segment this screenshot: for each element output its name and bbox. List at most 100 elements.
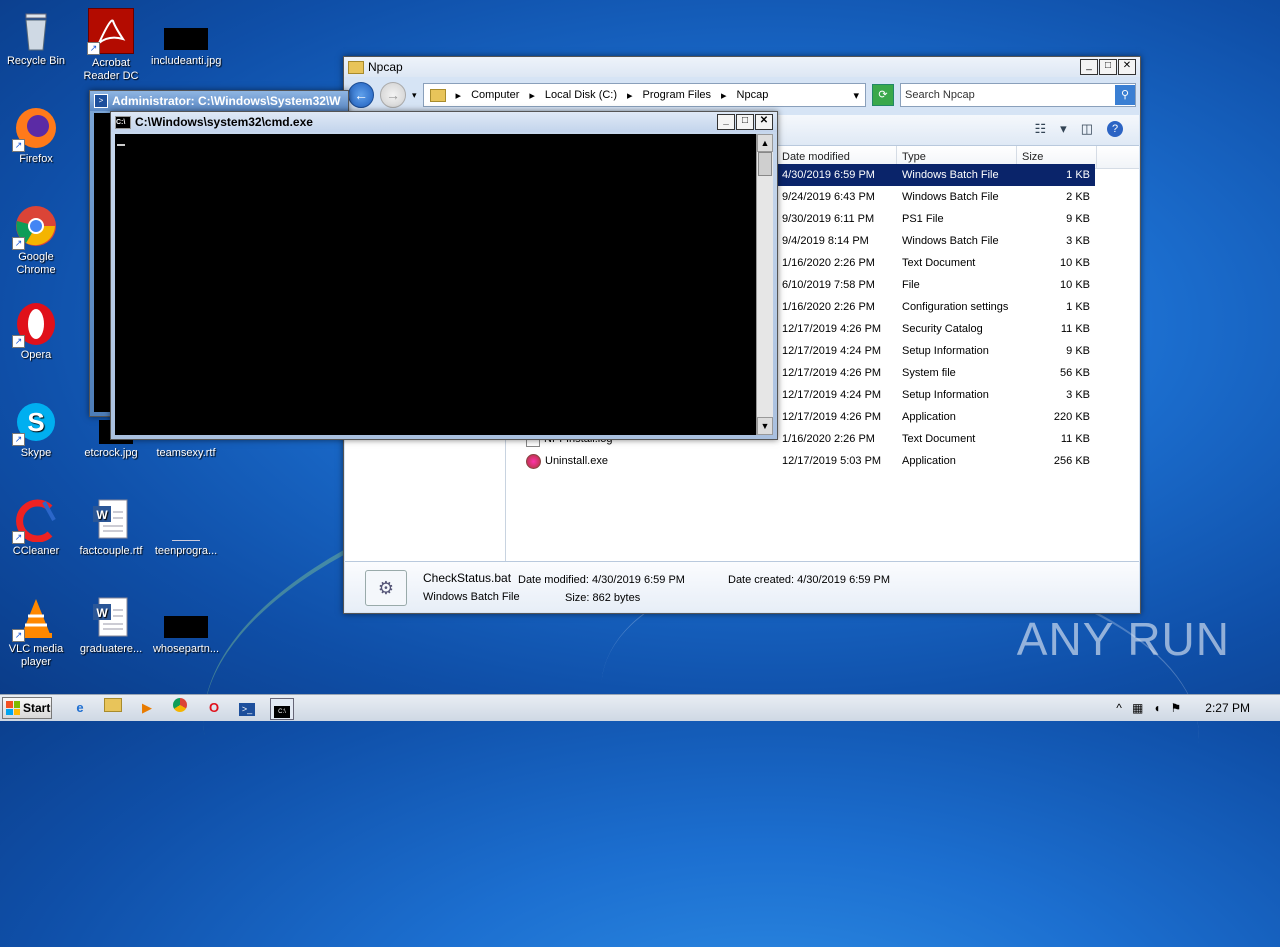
file-size: 1 KB [1066,301,1090,313]
scroll-thumb[interactable] [758,152,772,176]
search-input[interactable]: Search Npcap ⚲ [900,83,1136,107]
desktop-icon-acrobat[interactable]: ↗ Acrobat Reader DC [76,8,146,83]
maximize-button[interactable]: □ [736,114,754,130]
file-type: System file [902,367,956,379]
details-filename: CheckStatus.bat [423,571,512,585]
shortcut-arrow-icon: ↗ [87,42,100,55]
desktop-icon-skype[interactable]: S ↗ Skype [1,400,71,460]
view-options-icon[interactable]: ☷ [1035,121,1047,137]
file-row[interactable]: 4/30/2019 6:59 PM Windows Batch File 1 KB [776,164,1095,186]
shortcut-arrow-icon: ↗ [12,629,25,642]
action-center-flag-icon[interactable]: ⚑ [1171,701,1182,715]
breadcrumb-npcap[interactable]: Npcap [737,89,769,101]
close-button[interactable]: ✕ [1118,59,1136,75]
desktop-icon-teenprogra[interactable]: teenprogra... [151,498,221,558]
network-icon[interactable]: ▦ [1132,701,1143,715]
start-button[interactable]: Start [2,697,52,719]
breadcrumb-computer[interactable]: Computer [471,89,519,101]
internet-explorer-icon[interactable]: e [69,698,91,718]
desktop-icon-includeanti[interactable]: includeanti.jpg [151,8,221,68]
desktop-icon-graduatere[interactable]: W graduatere... [76,596,146,656]
vertical-scrollbar[interactable]: ▲ ▼ [756,134,773,435]
opera-icon: ↗ [12,302,58,348]
desktop-icon-opera[interactable]: ↗ Opera [1,302,71,362]
desktop-icon-label: Firefox [19,153,53,165]
preview-pane-icon[interactable]: ◫ [1081,121,1093,137]
search-icon[interactable]: ⚲ [1115,85,1135,105]
minimize-button[interactable]: _ [1080,59,1098,75]
desktop-icon-ccleaner[interactable]: ↗ CCleaner [1,498,71,558]
desktop-icon-recycle-bin[interactable]: Recycle Bin [1,8,71,68]
desktop-icon-label: graduatere... [79,643,143,655]
breadcrumb-program-files[interactable]: Program Files [643,89,711,101]
file-type: Windows Batch File [902,169,999,181]
file-type: Setup Information [902,389,989,401]
explorer-titlebar[interactable]: Npcap _ □ ✕ [344,57,1140,77]
desktop-icon-label: CCleaner [12,545,60,557]
file-size: 220 KB [1053,411,1090,423]
folder-icon [348,60,364,74]
shortcut-arrow-icon: ↗ [12,531,25,544]
desktop-icon-whosepartn[interactable]: whosepartn... [151,596,221,656]
desktop-icon-chrome[interactable]: ↗ Google Chrome [1,204,71,277]
desktop-icon-factcouple[interactable]: W factcouple.rtf [76,498,146,558]
windows-logo-icon [6,701,20,715]
file-type: Configuration settings [902,301,1009,313]
cmd-titlebar[interactable]: C:\ C:\Windows\system32\cmd.exe _ □ ✕ [111,112,777,132]
chrome-taskbar-icon[interactable] [169,698,191,718]
file-type: Text Document [902,257,976,269]
taskbar: Start e ▶ O >_ C:\ ^ ▦ ◖ ⚑ 2:27 PM [0,694,1280,721]
address-dropdown-icon[interactable]: ▾ [853,89,859,102]
recycle-bin-icon [14,8,58,52]
volume-icon[interactable]: ◖ [1153,701,1160,715]
clock[interactable]: 2:27 PM [1205,701,1250,715]
details-filetype: Windows Batch File [423,591,520,603]
close-button[interactable]: ✕ [755,114,773,130]
breadcrumb-separator-icon: ▸ [529,89,535,102]
desktop-icon-label: includeanti.jpg [151,55,222,67]
word-doc-icon: W [89,498,133,542]
address-bar[interactable]: ▸ Computer ▸ Local Disk (C:) ▸ Program F… [422,83,866,107]
desktop-icon-vlc[interactable]: ↗ VLC media player [1,596,71,669]
chrome-icon: ↗ [12,204,58,250]
console-area[interactable] [115,134,757,435]
recent-pages-chevron-icon[interactable]: ▾ [412,90,417,101]
svg-text:W: W [96,606,108,620]
details-size: Size: 862 bytes [565,592,641,604]
forward-button[interactable]: → [380,82,406,108]
scroll-up-icon[interactable]: ▲ [757,134,773,152]
breadcrumb-separator-icon: ▸ [455,89,462,102]
file-size: 10 KB [1060,279,1090,291]
file-size: 3 KB [1066,389,1090,401]
file-explorer-icon[interactable] [102,698,124,718]
file-size: 3 KB [1066,235,1090,247]
media-player-icon[interactable]: ▶ [136,698,158,718]
file-size: 9 KB [1066,345,1090,357]
breadcrumb-local-disk[interactable]: Local Disk (C:) [545,89,617,101]
refresh-button[interactable]: ⟳ [872,84,894,106]
help-icon[interactable]: ? [1107,121,1123,137]
image-file-icon [164,8,208,52]
show-hidden-icons-icon[interactable]: ^ [1116,701,1122,715]
desktop-icon-firefox[interactable]: ↗ Firefox [1,106,71,166]
cmd-window[interactable]: C:\ C:\Windows\system32\cmd.exe _ □ ✕ ▲ … [110,111,778,440]
skype-icon: S ↗ [12,400,58,446]
desktop-icon-label: factcouple.rtf [79,545,143,557]
back-button[interactable]: ← [348,82,374,108]
file-row[interactable]: Uninstall.exe 12/17/2019 5:03 PM Applicati… [506,450,1099,472]
powershell-taskbar-icon[interactable]: >_ [236,698,258,718]
breadcrumb-separator-icon: ▸ [627,89,633,102]
minimize-button[interactable]: _ [717,114,735,130]
folder-icon [429,88,446,102]
shortcut-arrow-icon: ↗ [12,139,25,152]
maximize-button[interactable]: □ [1099,59,1117,75]
file-icon [164,498,208,542]
view-dropdown-icon[interactable]: ▾ [1060,121,1067,137]
admin-cmd-titlebar[interactable]: > Administrator: C:\Windows\System32\W [90,91,348,111]
opera-taskbar-icon[interactable]: O [203,698,225,718]
file-date-modified: 9/24/2019 6:43 PM [782,191,875,203]
scroll-down-icon[interactable]: ▼ [757,417,773,435]
desktop-icon-label: Skype [20,447,52,459]
cmd-taskbar-icon[interactable]: C:\ [270,698,294,720]
file-date-modified: 1/16/2020 2:26 PM [782,257,875,269]
